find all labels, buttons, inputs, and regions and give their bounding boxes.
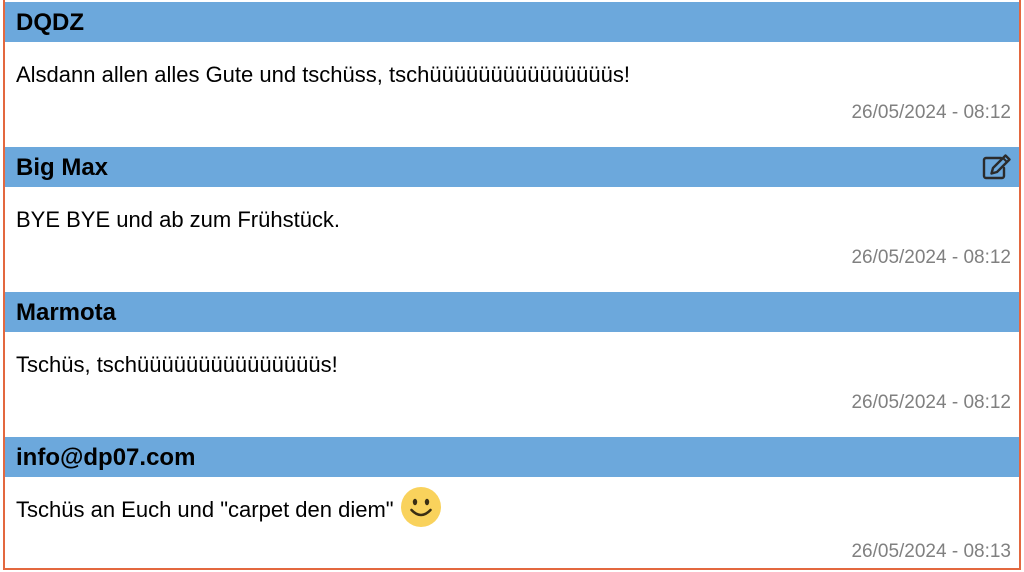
post-header: DQDZ	[5, 2, 1019, 42]
post-author[interactable]: info@dp07.com	[16, 444, 195, 472]
post-timestamp: 26/05/2024 - 08:12	[851, 102, 1011, 123]
smile-emoji-icon	[400, 486, 442, 528]
post-text-line: Tschüs an Euch und "carpet den diem"	[16, 487, 442, 528]
post-timestamp: 26/05/2024 - 08:12	[851, 392, 1011, 413]
post-author[interactable]: Marmota	[16, 299, 116, 327]
edit-icon[interactable]	[981, 153, 1013, 181]
post-item: Marmota Tschüs, tschüüüüüüüüüüüüüüüs! 26…	[5, 292, 1019, 437]
post-text: BYE BYE und ab zum Frühstück.	[16, 207, 341, 232]
post-header: Marmota	[5, 292, 1019, 332]
post-item: DQDZ Alsdann allen alles Gute und tschüs…	[5, 2, 1019, 147]
post-timestamp: 26/05/2024 - 08:12	[851, 247, 1011, 268]
post-item: info@dp07.com Tschüs an Euch und "carpet…	[5, 437, 1019, 570]
post-item: Big Max BYE BYE und ab zum Frühstück. 26…	[5, 147, 1019, 292]
post-author[interactable]: DQDZ	[16, 9, 84, 37]
post-text: Alsdann allen alles Gute und tschüss, ts…	[16, 62, 630, 87]
post-timestamp: 26/05/2024 - 08:13	[851, 541, 1011, 562]
post-author[interactable]: Big Max	[16, 154, 108, 182]
post-text: Tschüs, tschüüüüüüüüüüüüüüüs!	[16, 352, 338, 377]
post-header: Big Max	[5, 147, 1019, 187]
post-header: info@dp07.com	[5, 437, 1019, 477]
post-text: Tschüs an Euch und "carpet den diem"	[16, 496, 394, 522]
